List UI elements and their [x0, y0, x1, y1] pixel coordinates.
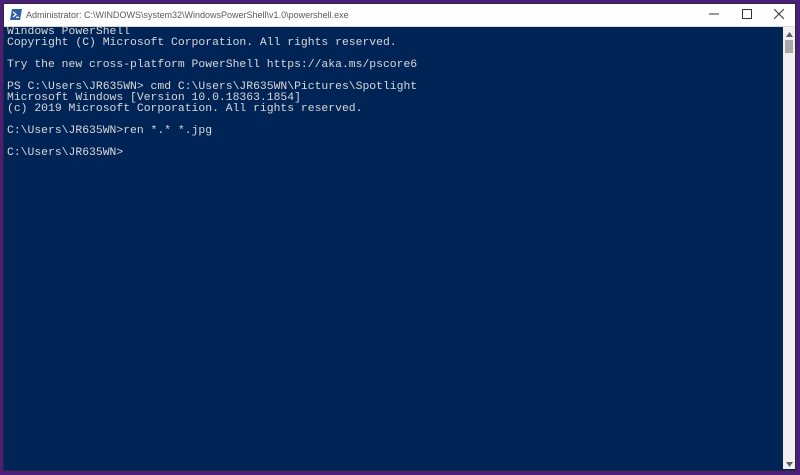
command-prompt[interactable]: C:\Users\JR635WN>	[7, 147, 782, 159]
minimize-icon	[709, 9, 719, 21]
scroll-down-button[interactable]	[783, 457, 795, 469]
title-bar[interactable]: Administrator: C:\WINDOWS\system32\Windo…	[4, 4, 795, 27]
console-line: Try the new cross-platform PowerShell ht…	[7, 59, 418, 71]
console-output: Windows PowerShell Copyright (C) Microsof…	[5, 27, 782, 159]
window-title: Administrator: C:\WINDOWS\system32\Windo…	[26, 10, 349, 20]
scroll-thumb[interactable]	[785, 40, 793, 53]
powershell-icon	[10, 9, 22, 20]
maximize-button[interactable]	[730, 4, 764, 26]
close-icon	[773, 8, 785, 21]
console-line: Copyright (C) Microsoft Corporation. All…	[7, 37, 397, 49]
scroll-down-arrow-icon	[785, 454, 793, 472]
vertical-scrollbar[interactable]	[783, 27, 795, 469]
minimize-button[interactable]	[697, 4, 731, 26]
close-button[interactable]	[762, 4, 796, 26]
console-area[interactable]: Windows PowerShell Copyright (C) Microsof…	[5, 27, 782, 469]
screenshot-frame: Administrator: C:\WINDOWS\system32\Windo…	[0, 0, 800, 475]
console-line: (c) 2019 Microsoft Corporation. All righ…	[7, 103, 363, 115]
console-line: C:\Users\JR635WN>ren *.* *.jpg	[7, 125, 213, 137]
scroll-up-button[interactable]	[783, 27, 795, 39]
powershell-window: Administrator: C:\WINDOWS\system32\Windo…	[4, 4, 795, 470]
maximize-icon	[742, 9, 752, 21]
